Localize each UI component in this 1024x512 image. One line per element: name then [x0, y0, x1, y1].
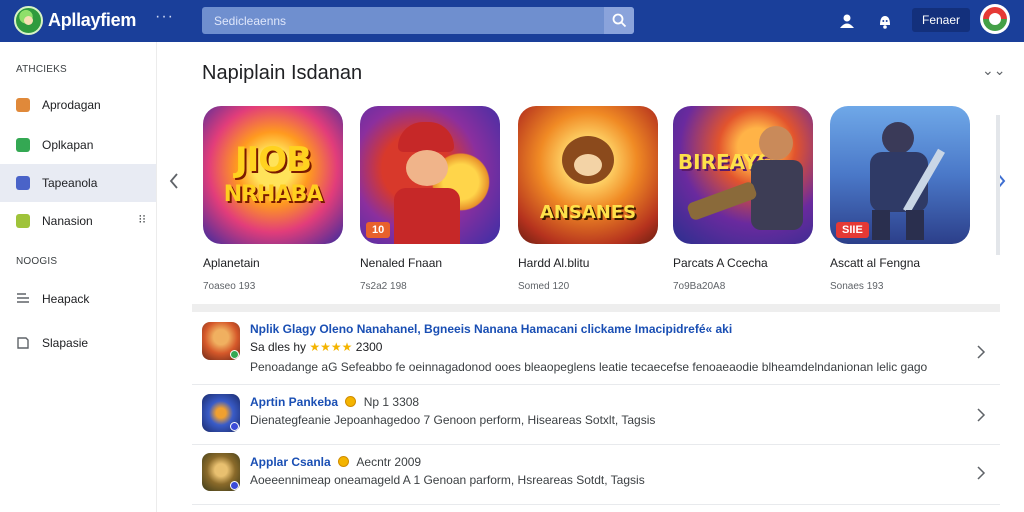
coin-icon — [338, 456, 350, 467]
sidebar-item-label: Nanasion — [42, 214, 93, 228]
chevron-right-icon[interactable] — [976, 465, 986, 481]
app-card-meta: Sonaes 193 — [830, 281, 884, 292]
list-item-name: Applar Csanla — [250, 455, 331, 469]
list-item-name: Aprtin Pankeba — [250, 395, 339, 409]
sidebar-item-label: Aprodagan — [42, 98, 101, 112]
apps-icon — [16, 98, 30, 112]
wishlist-icon — [17, 337, 29, 349]
list-item-subtitle: Sa dles hy ★★★★ 2300 — [250, 340, 382, 354]
list-item-count: 2300 — [355, 340, 383, 354]
app-card-thumbnail: 10 — [360, 106, 500, 244]
section-more-icon[interactable]: ⌄⌄ — [982, 62, 1005, 79]
app-card-title: Ascatt al Fengna — [830, 256, 921, 270]
library-icon — [17, 293, 29, 303]
sidebar-link-label: Heapack — [42, 292, 90, 306]
app-card-badge: SIIE — [836, 222, 869, 238]
list-item-title[interactable]: Applar Csanla Aecntr 2009 — [250, 455, 421, 469]
sidebar-item-oplkapan[interactable]: Oplkapan — [0, 126, 156, 164]
section-divider — [192, 304, 1000, 312]
coin-icon — [345, 396, 357, 407]
brand-name[interactable]: Apllayfiem — [48, 10, 136, 31]
app-card[interactable]: BIREAYS Parcats A Ccecha 7o9Ba20A8 — [673, 106, 813, 292]
list-item-icon — [202, 322, 240, 360]
list-item[interactable]: Aprtin Pankeba Np 1 3308 Dienategfeanie … — [192, 385, 1000, 445]
section-title: Napiplain Isdanan — [202, 62, 363, 84]
list-item-icon — [202, 453, 240, 491]
list-item-description: Dienategfeanie Jepoanhagedoo 7 Genoon pe… — [250, 413, 656, 427]
movies-icon — [16, 176, 30, 190]
notification-icon[interactable] — [876, 12, 894, 30]
app-card-meta: 7oaseo 193 — [203, 281, 256, 292]
sign-in-button[interactable]: Fenaer — [912, 8, 970, 32]
app-card[interactable]: SIIE Ascatt al Fengna Sonaes 193 — [830, 106, 970, 292]
app-card-thumbnail: ANSANES — [518, 106, 658, 244]
app-card-title: Nenaled Fnaan — [360, 256, 443, 270]
app-card-meta: Somed 120 — [518, 281, 570, 292]
list-item-description: Aoeeennimeap oneamageld A 1 Genoan parfo… — [250, 473, 645, 487]
rating-stars: ★★★★ — [309, 340, 353, 354]
list-item-title[interactable]: Nplik Glagy Oleno Nanahanel, Bgneeis Nan… — [250, 322, 732, 336]
sidebar-link-heapack[interactable]: Heapack — [0, 280, 156, 318]
sidebar-link-slapasie[interactable]: Slapasie — [0, 324, 156, 362]
scrollbar-thumb[interactable] — [996, 115, 1000, 255]
avatar[interactable] — [980, 4, 1010, 34]
chevron-left-icon — [169, 173, 178, 189]
app-logo[interactable] — [14, 6, 43, 35]
list-item-title[interactable]: Aprtin Pankeba Np 1 3308 — [250, 395, 419, 409]
sidebar-heading-top: ATHCIEKS — [16, 64, 67, 75]
app-card[interactable]: ANSANES Hardd Al.blitu Somed 120 — [518, 106, 658, 292]
list-item-developer: Sa dles hy — [250, 340, 307, 354]
carousel-prev-button[interactable] — [167, 170, 181, 192]
list-item-description: Penoadange aG Sefeabbo fe oeinnagadonod … — [250, 360, 928, 374]
app-card-thumbnail: JIOB NRHABA — [203, 106, 343, 244]
sidebar-item-tapeanola[interactable]: Tapeanola — [0, 164, 156, 202]
app-card-meta: 7s2a2 198 — [360, 281, 407, 292]
sidebar-link-label: Slapasie — [42, 336, 89, 350]
chevron-right-icon[interactable] — [976, 407, 986, 423]
chevron-right-icon[interactable] — [976, 344, 986, 360]
sidebar-item-label: Oplkapan — [42, 138, 94, 152]
list-item-count: Np 1 3308 — [363, 395, 420, 409]
sidebar-item-label: Tapeanola — [42, 176, 98, 190]
status-dot — [230, 422, 239, 431]
sidebar: ATHCIEKS Aprodagan Oplkapan Tapeanola Na… — [0, 42, 157, 512]
sidebar-item-nanasion[interactable]: Nanasion ⁝⁝ — [0, 202, 156, 240]
list-item[interactable]: Applar Csanla Aecntr 2009 Aoeeennimeap o… — [192, 445, 1000, 505]
search-button[interactable] — [604, 7, 634, 34]
app-card-badge: 10 — [366, 222, 391, 238]
person-icon[interactable] — [838, 12, 856, 30]
more-dots-icon[interactable]: ··· — [155, 8, 174, 26]
app-card-title: Aplanetain — [203, 256, 260, 270]
app-card-thumbnail: SIIE — [830, 106, 970, 244]
app-card-title: Hardd Al.blitu — [518, 256, 590, 270]
search-input[interactable] — [214, 7, 594, 34]
app-card-thumbnail: BIREAYS — [673, 106, 813, 244]
status-dot — [230, 481, 239, 490]
search-bar — [202, 7, 634, 34]
app-card[interactable]: 10 Nenaled Fnaan 7s2a2 198 — [360, 106, 500, 292]
books-icon — [16, 214, 30, 228]
search-icon — [612, 13, 627, 28]
list-item-count: Aecntr 2009 — [356, 455, 422, 469]
games-icon — [16, 138, 30, 152]
app-card-meta: 7o9Ba20A8 — [673, 281, 726, 292]
sidebar-heading-bottom: NOOGIS — [16, 256, 58, 267]
grip-icon[interactable]: ⁝⁝ — [138, 212, 146, 226]
sidebar-item-aprodagan[interactable]: Aprodagan — [0, 86, 156, 124]
list-item[interactable]: Nplik Glagy Oleno Nanahanel, Bgneeis Nan… — [192, 312, 1000, 385]
carousel-scrollbar[interactable] — [996, 115, 1000, 255]
list-item-icon — [202, 394, 240, 432]
top-app-bar: Apllayfiem ··· Fenaer — [0, 0, 1024, 42]
status-dot — [230, 350, 239, 359]
app-card[interactable]: JIOB NRHABA Aplanetain 7oaseo 193 — [203, 106, 343, 292]
app-card-title: Parcats A Ccecha — [673, 256, 768, 270]
